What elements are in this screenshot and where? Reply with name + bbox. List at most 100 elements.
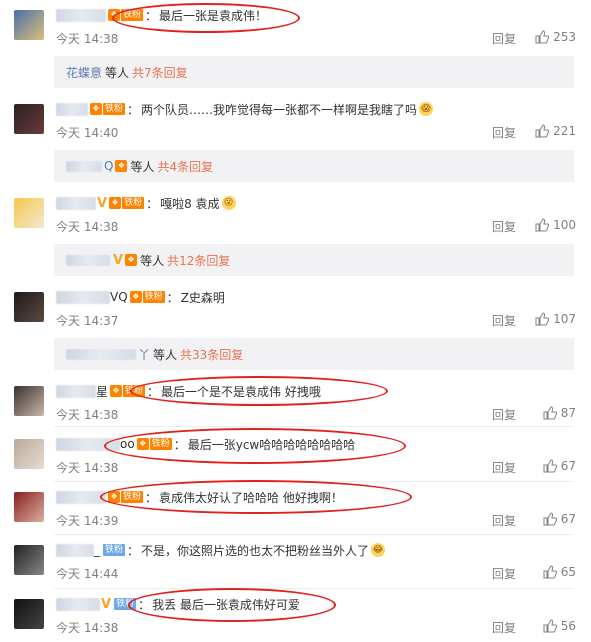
subreply-user[interactable]: 花蝶意	[66, 64, 102, 81]
subreply-summary[interactable]: Q ❖ 等人 共4条回复	[54, 150, 574, 182]
username[interactable]	[56, 597, 100, 611]
fan-badge: ❖ 铁粉	[136, 438, 172, 450]
like-count: 65	[560, 565, 576, 579]
reply-button[interactable]: 回复	[492, 124, 516, 141]
fan-badge: ❖	[115, 160, 128, 172]
username-blur	[56, 543, 94, 557]
timestamp: 今天 14:38	[56, 220, 119, 234]
like-button[interactable]: 221	[535, 124, 576, 138]
username[interactable]: 星	[96, 383, 108, 400]
username[interactable]: _	[94, 543, 100, 557]
like-button[interactable]: 100	[535, 218, 576, 232]
username-blur	[56, 437, 120, 451]
subreply-count[interactable]: 共12条回复	[167, 252, 230, 269]
comment-text: 袁成伟太好认了哈哈哈 他好拽啊！	[159, 490, 343, 505]
timestamp: 今天 14:44	[56, 567, 119, 581]
comment-text: 嘎啦8 袁成	[160, 196, 220, 211]
divider	[54, 426, 574, 427]
avatar[interactable]	[14, 104, 44, 134]
username[interactable]	[56, 490, 106, 504]
like-button[interactable]: 56	[543, 619, 576, 633]
avatar[interactable]	[14, 292, 44, 322]
avatar[interactable]	[14, 386, 44, 416]
divider	[54, 534, 574, 535]
like-button[interactable]: 65	[543, 565, 576, 579]
thumbs-up-icon	[543, 512, 557, 526]
reply-button[interactable]: 回复	[492, 406, 516, 423]
like-count: 87	[560, 406, 576, 420]
avatar[interactable]	[14, 492, 44, 522]
fan-icon: ❖	[115, 160, 128, 172]
subreply-count[interactable]: 共4条回复	[157, 158, 213, 175]
subreply-summary[interactable]: V ❖ 等人 共12条回复	[54, 244, 574, 276]
fan-icon: ❖	[108, 491, 120, 503]
fan-badge: ❖ 铁粉	[129, 291, 165, 303]
like-count: 221	[553, 124, 576, 138]
avatar[interactable]	[14, 198, 44, 228]
subreply-summary[interactable]: 花蝶意 等人 共7条回复	[54, 56, 574, 88]
reply-button[interactable]: 回复	[492, 619, 516, 636]
username[interactable]	[56, 196, 96, 210]
timestamp: 今天 14:39	[56, 514, 119, 528]
verified-icon: V	[113, 252, 124, 268]
thumbs-up-icon	[543, 619, 557, 633]
like-button[interactable]: 67	[543, 512, 576, 526]
avatar[interactable]	[14, 599, 44, 629]
subreply-user-blur	[66, 160, 102, 172]
emoji-icon: 😮	[221, 196, 236, 210]
like-button[interactable]: 107	[535, 312, 576, 326]
thumbs-up-icon	[543, 406, 557, 420]
reply-button[interactable]: 回复	[492, 512, 516, 529]
subreply-user[interactable]: 丫	[138, 346, 150, 363]
username-blur	[56, 384, 96, 398]
comment-header: ❖ 铁粉 ： 最后一张是袁成伟！	[56, 4, 267, 26]
like-button[interactable]: 87	[543, 406, 576, 420]
like-button[interactable]: 253	[535, 30, 576, 44]
reply-button[interactable]: 回复	[492, 565, 516, 582]
fan-icon: ❖	[90, 103, 102, 115]
comment-text: 我丢 最后一张袁成伟好可爱	[152, 597, 300, 612]
fan-badge: 铁粉	[103, 544, 126, 556]
comment-header: VQ ❖ 铁粉 ： Z史森明	[56, 286, 225, 308]
reply-button[interactable]: 回复	[492, 312, 516, 329]
fan-badge: ❖ 铁粉	[109, 197, 145, 209]
thumbs-up-icon	[535, 124, 550, 138]
fan-icon: ❖	[108, 9, 120, 21]
divider	[54, 588, 574, 589]
thumbs-up-icon	[543, 565, 557, 579]
fan-icon: ❖	[129, 291, 142, 303]
subreply-count[interactable]: 共7条回复	[132, 64, 188, 81]
like-count: 67	[560, 459, 576, 473]
like-count: 107	[553, 312, 576, 326]
comment-text: 不是，你这照片选的也太不把粉丝当外人了	[141, 543, 370, 558]
subreply-count[interactable]: 共33条回复	[180, 346, 243, 363]
timestamp: 今天 14:38	[56, 408, 119, 422]
like-button[interactable]: 67	[543, 459, 576, 473]
subreply-user[interactable]: Q	[104, 159, 113, 173]
subreply-summary[interactable]: 丫 等人 共33条回复	[54, 338, 574, 370]
reply-button[interactable]: 回复	[492, 30, 516, 47]
subreply-user-blur	[66, 348, 136, 360]
fan-badge: ❖ 铁粉	[108, 491, 144, 503]
reply-button[interactable]: 回复	[492, 459, 516, 476]
comment-header: _ 铁粉 ： 不是，你这照片选的也太不把粉丝当外人了 😂	[56, 539, 386, 561]
username[interactable]: oo	[120, 437, 135, 451]
emoji-icon: 😂	[371, 543, 386, 557]
username[interactable]: VQ	[110, 290, 128, 304]
fan-badge: 铁粉	[114, 598, 137, 610]
avatar[interactable]	[14, 545, 44, 575]
comment-header: ❖ 铁粉 ： 袁成伟太好认了哈哈哈 他好拽啊！	[56, 486, 343, 508]
comment-text: Z史森明	[180, 290, 225, 305]
timestamp: 今天 14:37	[56, 314, 119, 328]
emoji-icon: 😱	[419, 102, 434, 116]
username[interactable]	[56, 102, 88, 116]
avatar[interactable]	[14, 439, 44, 469]
thumbs-up-icon	[543, 459, 557, 473]
like-count: 67	[560, 512, 576, 526]
like-count: 100	[553, 218, 576, 232]
reply-button[interactable]: 回复	[492, 218, 516, 235]
username[interactable]	[56, 8, 106, 22]
avatar[interactable]	[14, 10, 44, 40]
thumbs-up-icon	[535, 30, 550, 44]
verified-icon: V	[97, 195, 108, 211]
